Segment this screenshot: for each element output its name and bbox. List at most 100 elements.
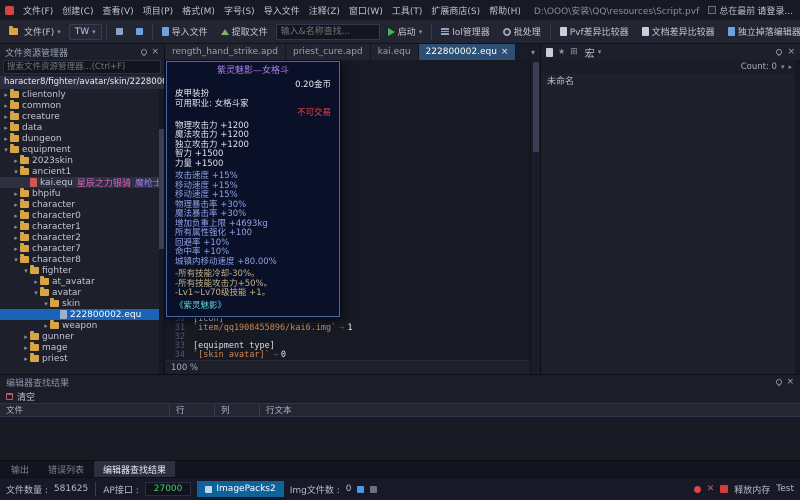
pin-icon[interactable]	[140, 48, 148, 56]
tree-item-creature[interactable]: ▸creature	[0, 111, 164, 122]
tab-strength-hand-strike[interactable]: rength_hand_strike.apd	[165, 44, 286, 60]
menu-item-help[interactable]: 帮助(H)	[485, 2, 525, 19]
tree-item-character7[interactable]: ▸character7	[0, 243, 164, 254]
code-editor[interactable]: 紫灵魅影—女格斗 0.20金币 皮甲装扮 可用职业: 女格斗家 不可交易 物理攻…	[165, 60, 540, 374]
lol-manager-button[interactable]: lol管理器	[436, 23, 495, 40]
login-link[interactable]: 请登录...	[757, 4, 795, 17]
menu-item-create[interactable]: 创建(C)	[58, 2, 97, 19]
folder-icon	[40, 278, 49, 285]
tree-item-222800002-equ[interactable]: 222800002.equ	[0, 309, 164, 320]
tree-item-common[interactable]: ▸common	[0, 100, 164, 111]
start-button[interactable]: 启动 ▾	[383, 23, 428, 40]
tree-item-skin[interactable]: ▾skin	[0, 298, 164, 309]
chevron-right-icon: ▸	[12, 190, 20, 198]
tree-item-character2[interactable]: ▸character2	[0, 232, 164, 243]
gray-square-icon[interactable]	[370, 486, 377, 493]
tab-output[interactable]: 输出	[2, 461, 38, 477]
tree-item-dungeon[interactable]: ▸dungeon	[0, 133, 164, 144]
pin-icon[interactable]	[775, 378, 783, 386]
menu-item-file[interactable]: 文件(F)	[19, 2, 57, 19]
code-lines: 30[icon] 31`item/qq1908455896/kai6.img`→…	[165, 314, 530, 359]
explorer-search-input[interactable]	[3, 60, 161, 74]
macro-dropdown[interactable]: 宏 ▾	[583, 45, 604, 60]
refresh-icon-button[interactable]	[131, 26, 148, 37]
results-scrollbar[interactable]	[795, 60, 800, 374]
menu-item-tools[interactable]: 工具(T)	[388, 2, 427, 19]
imagepacks-button[interactable]: ImagePacks2	[197, 481, 283, 497]
item-name-tag: 星辰之力银骑	[77, 177, 131, 188]
language-select[interactable]: TW ▾	[69, 24, 102, 40]
tree-item-data[interactable]: ▸data	[0, 122, 164, 133]
grid-icon[interactable]: ⊞	[570, 48, 578, 57]
tree-item-bhpifu[interactable]: ▸bhpifu	[0, 188, 164, 199]
tree-item-at-avatar[interactable]: ▸at_avatar	[0, 276, 164, 287]
close-icon[interactable]: ×	[787, 48, 795, 57]
tree-item-character0[interactable]: ▸character0	[0, 210, 164, 221]
drop-editor-button[interactable]: 独立掉落编辑器	[723, 23, 800, 40]
tab-kai-equ[interactable]: kai.equ	[371, 44, 419, 60]
folder-icon	[40, 289, 49, 296]
chevron-down-icon[interactable]: ▾	[781, 63, 785, 71]
zoom-level[interactable]: 100 %	[171, 363, 198, 373]
close-icon[interactable]: ×	[151, 48, 159, 57]
pin-icon[interactable]	[775, 48, 783, 56]
editor-scrollbar[interactable]	[530, 60, 540, 374]
close-icon[interactable]: ×	[786, 378, 794, 387]
close-icon[interactable]: ×	[501, 48, 509, 57]
chevron-right-icon: ▸	[2, 102, 10, 110]
tab-priest-cure[interactable]: priest_cure.apd	[286, 44, 371, 60]
record-icon[interactable]	[694, 486, 701, 493]
file-menu-button[interactable]: 文件(F) ▾	[4, 23, 66, 40]
star-icon[interactable]: ★	[558, 48, 565, 56]
chevron-right-icon[interactable]: ▸	[788, 63, 792, 71]
menu-item-view[interactable]: 查看(V)	[99, 2, 138, 19]
tab-editor-find-results[interactable]: 编辑器查找结果	[94, 461, 175, 477]
menu-item-project[interactable]: 项目(P)	[139, 2, 177, 19]
import-file-button[interactable]: 导入文件	[157, 23, 213, 40]
tab-222800002-equ[interactable]: 222800002.equ×	[419, 44, 517, 60]
doc-diff-button[interactable]: 文档差异比较器	[637, 23, 720, 40]
tree-item-priest[interactable]: ▸priest	[0, 353, 164, 364]
save-icon-button[interactable]	[111, 26, 128, 37]
result-item-unnamed[interactable]: 未命名	[541, 74, 800, 86]
tree-item-weapon[interactable]: ▸weapon	[0, 320, 164, 331]
new-document-icon[interactable]	[546, 48, 553, 57]
menu-item-format[interactable]: 格式(M)	[178, 2, 219, 19]
results-toolbar: ★ ⊞ 宏 ▾ ×	[541, 44, 800, 60]
tree-item-equipment[interactable]: ▾equipment	[0, 144, 164, 155]
toolbar-divider	[106, 25, 107, 39]
blue-square-icon[interactable]	[357, 486, 364, 493]
menu-item-import-file[interactable]: 导入文件	[260, 2, 304, 19]
tree-item-kai-equ[interactable]: kai.equ星辰之力银骑魔枪士	[0, 177, 164, 188]
tree-item-mage[interactable]: ▸mage	[0, 342, 164, 353]
ap-port-value[interactable]: 27000	[145, 482, 192, 496]
batch-process-button[interactable]: 批处理	[498, 23, 546, 40]
tree-item-gunner[interactable]: ▸gunner	[0, 331, 164, 342]
release-memory-button[interactable]: 释放内存	[734, 483, 770, 496]
tree-item-character8[interactable]: ▾character8	[0, 254, 164, 265]
folder-icon	[20, 157, 29, 164]
always-on-top-checkbox[interactable]	[708, 6, 716, 14]
menu-item-extension-store[interactable]: 扩展商店(S)	[427, 2, 484, 19]
test-label[interactable]: Test	[776, 484, 794, 494]
tree-item-ancient1[interactable]: ▾ancient1	[0, 166, 164, 177]
tree-item-fighter[interactable]: ▾fighter	[0, 265, 164, 276]
menu-item-comment[interactable]: 注释(Z)	[305, 2, 344, 19]
menu-item-window[interactable]: 窗口(W)	[345, 2, 387, 19]
tree-item-2023skin[interactable]: ▸2023skin	[0, 155, 164, 166]
menu-item-fontsize[interactable]: 字号(S)	[220, 2, 259, 19]
explorer-scrollbar[interactable]	[159, 89, 164, 374]
clear-results-button[interactable]: 清空	[0, 389, 800, 403]
tab-error-list[interactable]: 错误列表	[39, 461, 93, 477]
extract-file-button[interactable]: 提取文件	[216, 23, 273, 40]
red-x-icon[interactable]: ✕	[707, 484, 715, 494]
tree-item-character1[interactable]: ▸character1	[0, 221, 164, 232]
name-search-input[interactable]	[276, 24, 380, 40]
pvf-diff-button[interactable]: Pvf差异比较器	[555, 23, 634, 40]
always-on-top-toggle[interactable]: 总在最前	[708, 4, 755, 17]
tree-item-clientonly[interactable]: ▸clientonly	[0, 89, 164, 100]
tab-list-chevron[interactable]: ▾	[526, 44, 540, 60]
equ-file-icon	[60, 310, 67, 319]
tree-item-character[interactable]: ▸character	[0, 199, 164, 210]
tree-item-avatar[interactable]: ▾avatar	[0, 287, 164, 298]
